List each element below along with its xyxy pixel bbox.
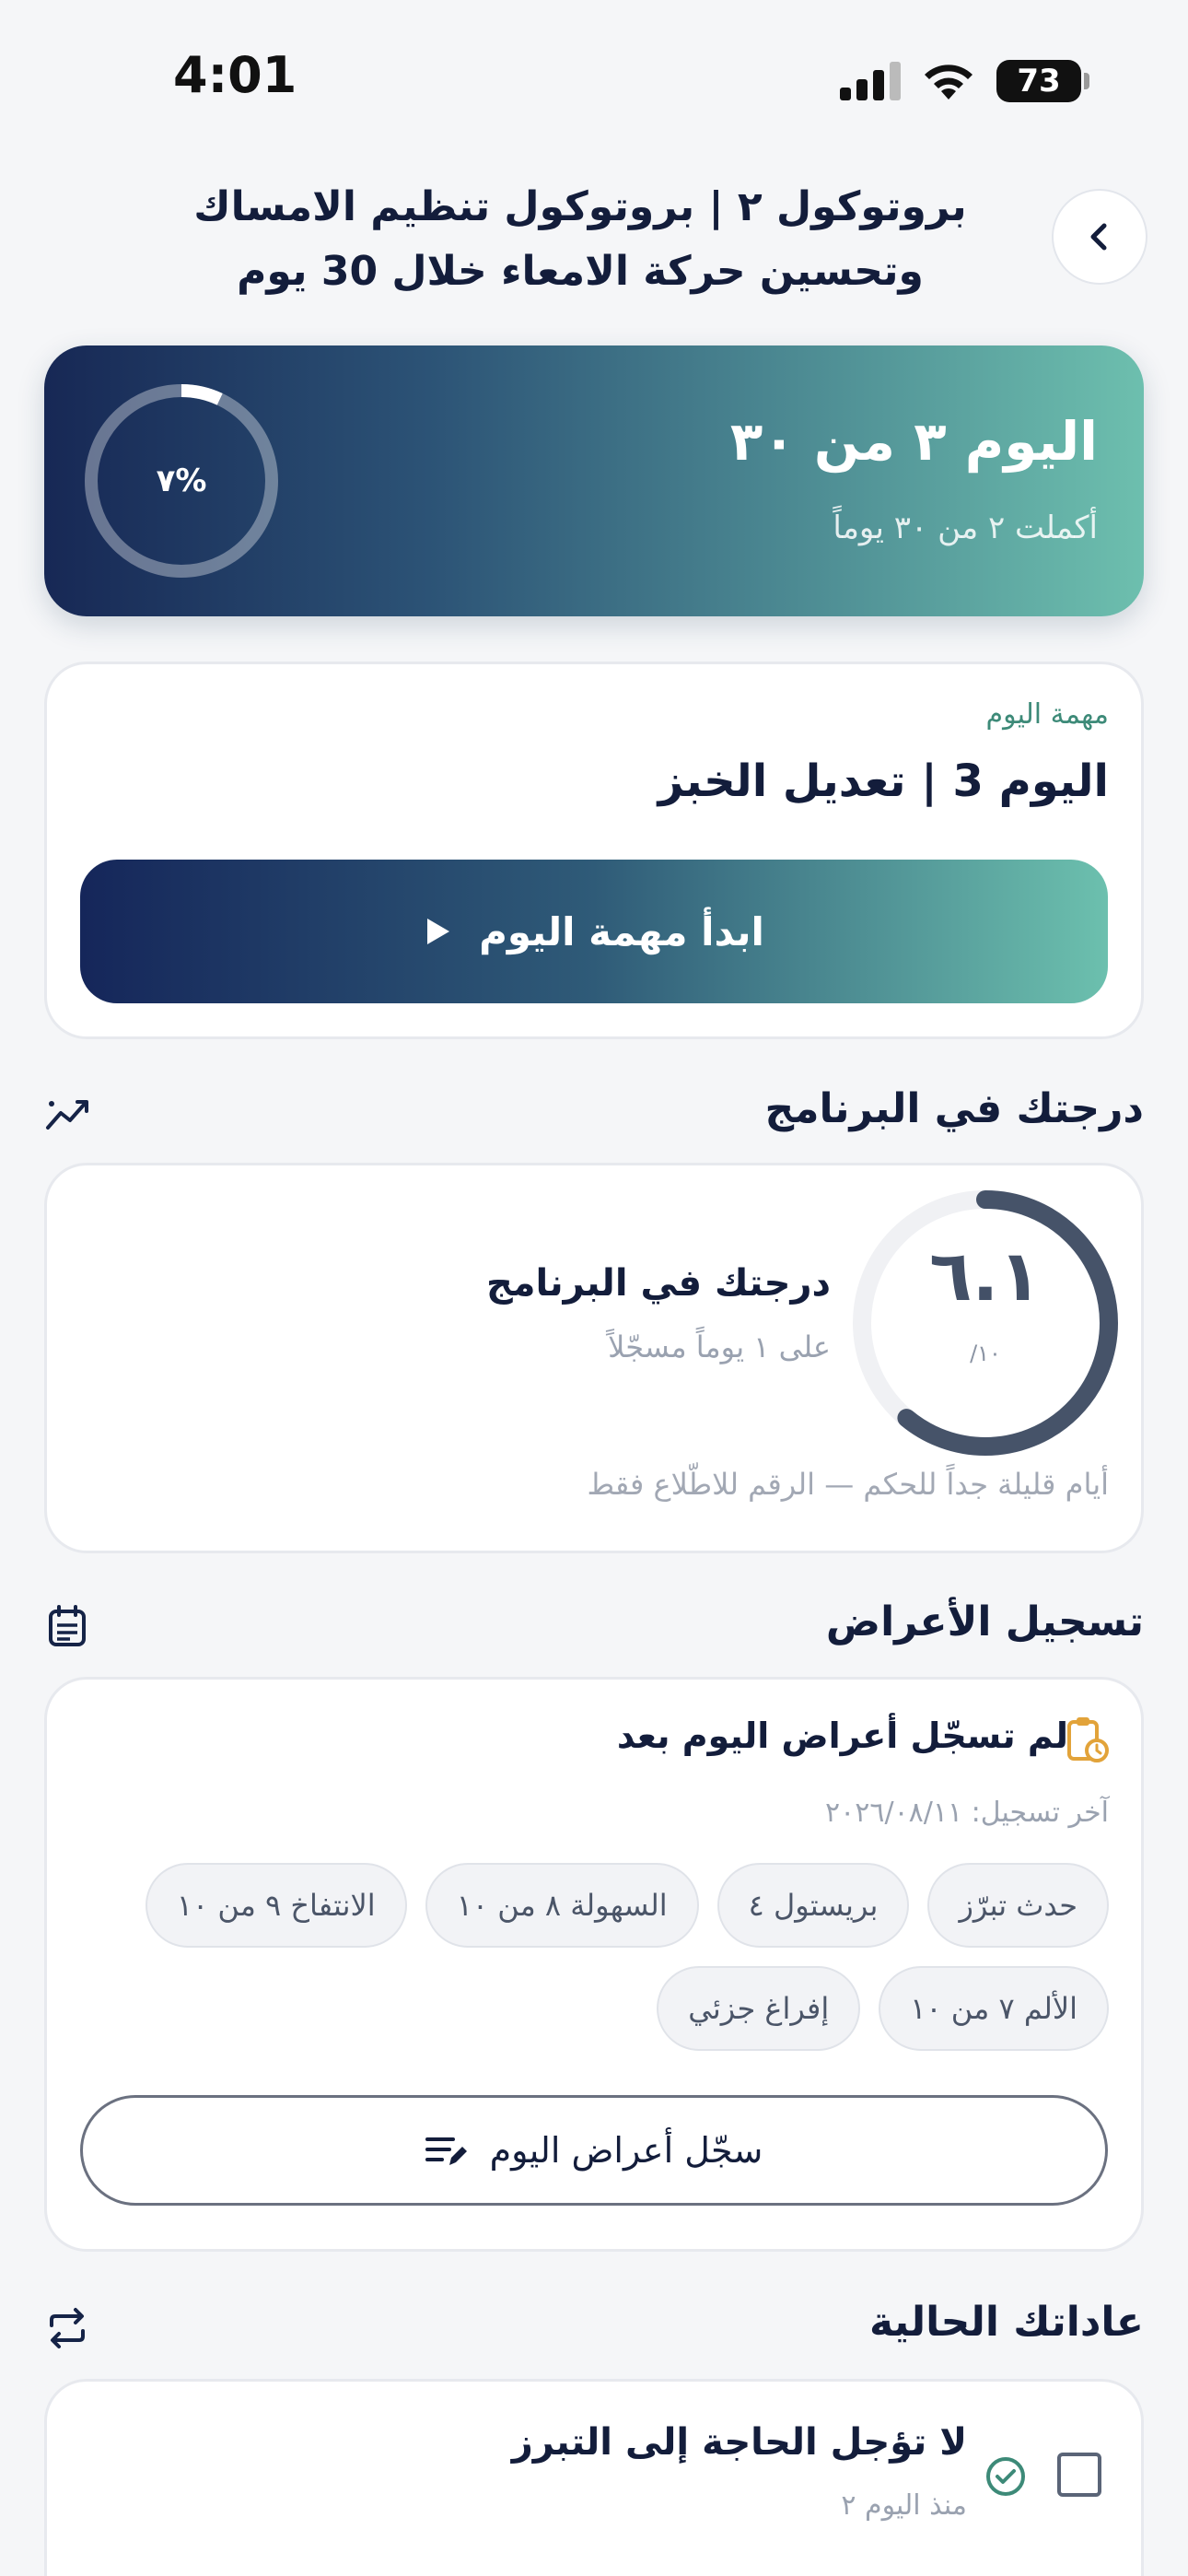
- symptom-chip: إفراغ جزئي: [657, 1966, 861, 2051]
- habit-checkbox[interactable]: [1057, 2453, 1101, 2497]
- edit-list-icon: [425, 2137, 467, 2165]
- score-subtitle: على ١ يوماً مسجّلاً: [608, 1329, 831, 1364]
- start-task-label: ابدأ مهمة اليوم: [479, 908, 764, 954]
- page-title: بروتوكول ٢ | بروتوكول تنظيم الامساك وتحس…: [193, 183, 967, 295]
- symptoms-status: لم تسجّل أعراض اليوم بعد: [616, 1715, 1068, 1756]
- battery-level: 73: [1017, 63, 1061, 100]
- status-icons: 73: [840, 55, 1089, 107]
- symptom-chips-row-1: حدث تبرّز بريستول ٤ السهولة ٨ من ١٠ الان…: [145, 1863, 1109, 1948]
- progress-card: اليوم ٣ من ٣٠ أكملت ٢ من ٣٠ يوماً %٧: [44, 345, 1144, 616]
- task-label: مهمة اليوم: [985, 698, 1109, 731]
- trend-icon: [46, 1100, 88, 1130]
- symptom-chip: بريستول ٤: [716, 1863, 910, 1948]
- play-icon: [427, 919, 450, 944]
- score-max: ١٠/: [970, 1341, 1001, 1366]
- score-ring: [853, 1190, 1118, 1456]
- score-value: ٦.١: [929, 1235, 1042, 1317]
- repeat-icon: [50, 2308, 85, 2348]
- progress-percent: %٧: [156, 463, 207, 499]
- task-title: اليوم 3 | تعديل الخبز: [658, 755, 1109, 807]
- log-symptoms-label: سجّل أعراض اليوم: [489, 2130, 763, 2171]
- status-time: 4:01: [173, 46, 297, 104]
- check-circle-icon: [986, 2457, 1025, 2496]
- score-section-title: درجتك في البرنامج: [764, 1085, 1144, 1132]
- habit-title: لا تؤجل الحاجة إلى التبرز: [511, 2421, 967, 2464]
- symptom-chip: الألم ٧ من ١٠: [879, 1966, 1109, 2051]
- score-note: أيام قليلة جداً للحكم — الرقم للاطّلاع ف…: [587, 1467, 1109, 1502]
- symptom-chip: حدث تبرّز: [927, 1863, 1109, 1948]
- chevron-left-icon: [1090, 223, 1107, 251]
- start-task-button[interactable]: ابدأ مهمة اليوم: [80, 860, 1108, 1003]
- wifi-icon: [925, 64, 973, 100]
- progress-title: اليوم ٣ من ٣٠: [729, 410, 1098, 473]
- habits-section-title: عاداتك الحالية: [868, 2299, 1144, 2346]
- score-title: درجتك في البرنامج: [485, 1262, 831, 1305]
- symptoms-last-logged: آخر تسجيل: ٢٠٢٦/٠٨/١١: [825, 1797, 1109, 1829]
- signal-icon: [840, 62, 901, 100]
- log-symptoms-button[interactable]: سجّل أعراض اليوم: [80, 2095, 1108, 2206]
- back-button[interactable]: [1052, 189, 1147, 285]
- symptom-chips-row-2: الألم ٧ من ١٠ إفراغ جزئي: [657, 1966, 1109, 2051]
- calendar-icon: [49, 1605, 86, 1646]
- progress-subtitle: أكملت ٢ من ٣٠ يوماً: [833, 509, 1098, 546]
- habit-since: منذ اليوم ٢: [841, 2489, 967, 2522]
- symptoms-section-title: تسجيل الأعراض: [825, 1598, 1144, 1645]
- clipboard-clock-icon: [1067, 1717, 1109, 1762]
- battery-indicator: 73: [996, 60, 1089, 102]
- symptom-chip: السهولة ٨ من ١٠: [425, 1863, 699, 1948]
- habit-item: [44, 2379, 1144, 2576]
- symptom-chip: الانتفاخ ٩ من ١٠: [145, 1863, 407, 1948]
